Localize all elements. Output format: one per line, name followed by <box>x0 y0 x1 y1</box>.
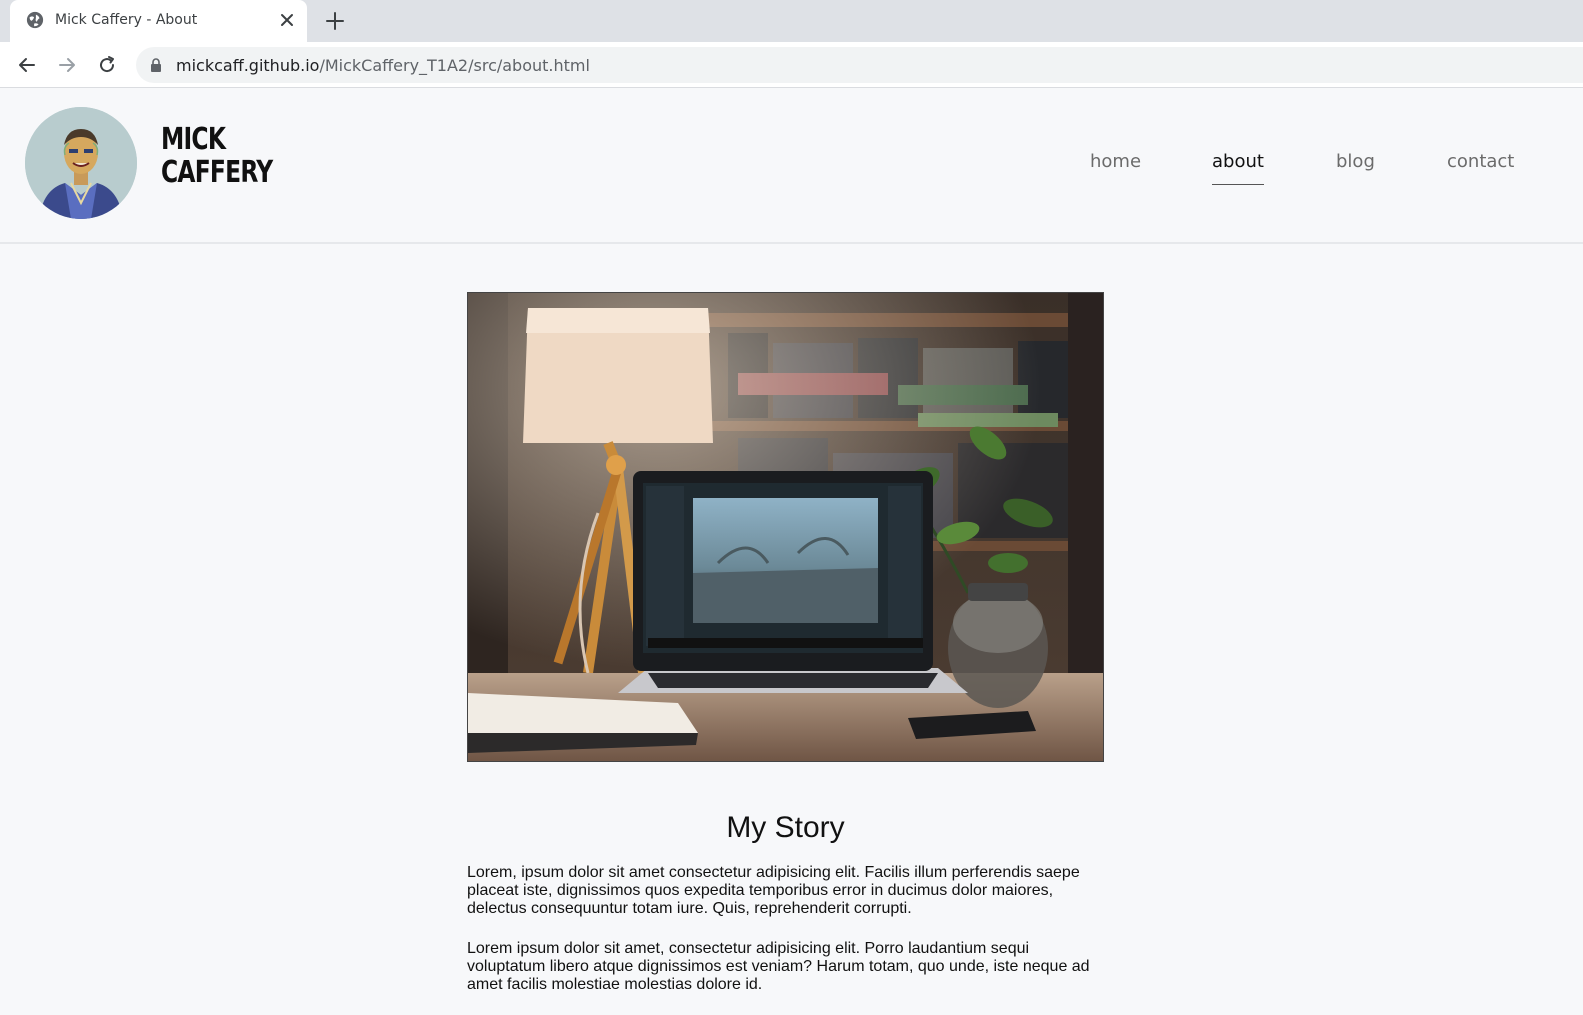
browser-toolbar: mickcaff.github.io/MickCaffery_T1A2/src/… <box>0 42 1583 88</box>
address-bar[interactable]: mickcaff.github.io/MickCaffery_T1A2/src/… <box>136 47 1583 83</box>
reload-icon[interactable] <box>96 54 118 76</box>
site-header: MICK CAFFERY home about blog contact <box>0 89 1583 244</box>
url-host: mickcaff.github.io <box>176 56 320 75</box>
new-tab-icon[interactable] <box>325 11 345 31</box>
story-paragraph-1: Lorem, ipsum dolor sit amet consectetur … <box>467 864 1080 917</box>
browser-tab[interactable]: Mick Caffery - About <box>10 0 307 42</box>
forward-arrow-icon[interactable] <box>56 54 78 76</box>
tab-title: Mick Caffery - About <box>55 12 198 28</box>
nav-contact[interactable]: contact <box>1447 151 1514 172</box>
browser-tabstrip: Mick Caffery - About <box>0 0 1583 42</box>
nav-about[interactable]: about <box>1212 151 1264 185</box>
lock-icon[interactable] <box>150 58 162 72</box>
hero-image <box>467 292 1104 762</box>
globe-icon <box>26 11 44 29</box>
url-text: mickcaff.github.io/MickCaffery_T1A2/src/… <box>176 56 590 75</box>
main-nav: home about blog contact <box>0 151 1583 191</box>
story-paragraph-2: Lorem ipsum dolor sit amet, consectetur … <box>467 940 1090 993</box>
close-icon[interactable] <box>279 12 295 28</box>
story-heading: My Story <box>726 811 845 844</box>
back-arrow-icon[interactable] <box>16 54 38 76</box>
desk-laptop-photo <box>468 293 1103 761</box>
url-path: /MickCaffery_T1A2/src/about.html <box>319 56 590 75</box>
nav-home[interactable]: home <box>1090 151 1141 172</box>
nav-blog[interactable]: blog <box>1336 151 1375 172</box>
